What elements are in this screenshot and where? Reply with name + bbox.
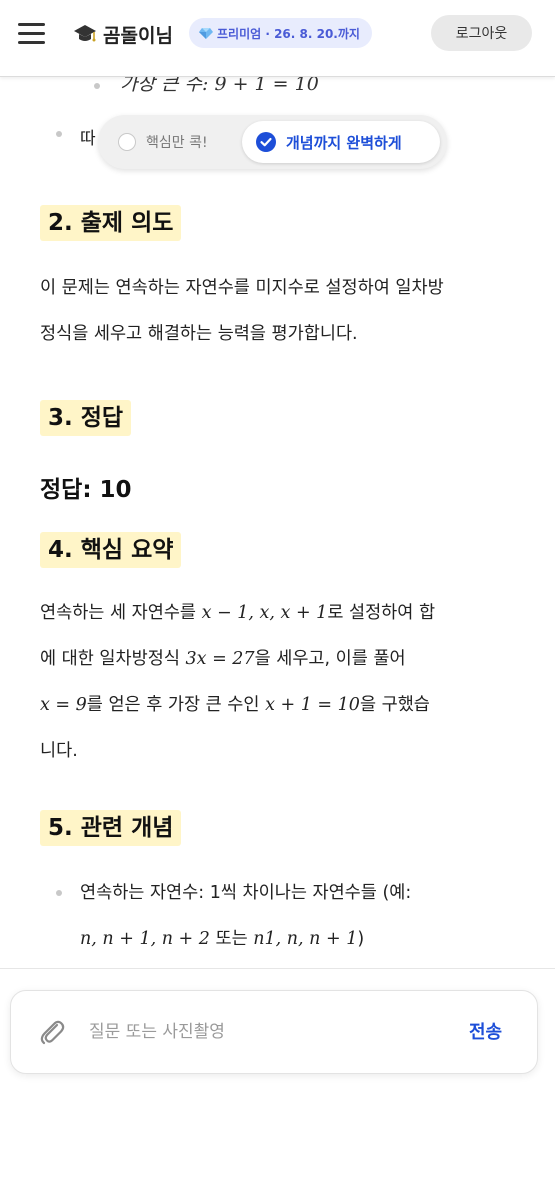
premium-badge: 프리미엄 · 26. 8. 20.까지	[189, 18, 372, 48]
user-name: 곰돌이님	[103, 24, 173, 47]
summary-paragraph: 연속하는 세 자연수를 x − 1, x, x + 1로 설정하여 합 에 대한…	[40, 590, 520, 774]
bullet-dot	[56, 890, 62, 896]
summary-text: 에 대한 일차방정식	[40, 649, 186, 669]
paperclip-icon[interactable]	[37, 1017, 67, 1047]
graduation-cap-icon	[74, 25, 96, 42]
concept-item: 연속하는 자연수: 1씩 차이나는 자연수들 (예: n, n + 1, n +…	[80, 870, 520, 962]
option-core-label: 핵심만 콕!	[146, 135, 208, 151]
summary-text: 을 세우고, 이를 풀어	[254, 649, 406, 669]
summary-text: 를 얻은 후 가장 큰 수인	[86, 695, 266, 715]
option-core-only[interactable]: 핵심만 콕!	[106, 122, 236, 162]
premium-badge-label: 프리미엄 · 26. 8. 20.까지	[217, 26, 360, 41]
app-header: 곰돌이님 프리미엄 · 26. 8. 20.까지 로그아웃	[0, 0, 555, 77]
bullet-dot	[56, 131, 62, 137]
question-composer: 전송	[10, 990, 538, 1074]
final-answer: 정답: 10	[40, 477, 132, 503]
summary-math: x = 9	[40, 695, 87, 715]
concept-text: )	[357, 929, 365, 949]
section-heading-answer: 3. 정답	[40, 400, 132, 436]
question-input[interactable]	[87, 1013, 431, 1051]
user-brand: 곰돌이님	[73, 20, 173, 48]
option-full-concept[interactable]: 개념까지 완벽하게	[242, 121, 440, 163]
summary-math: x − 1, x, x + 1	[201, 603, 328, 623]
option-full-label: 개념까지 완벽하게	[286, 133, 402, 152]
partial-bullet-text: 따	[80, 129, 96, 149]
logout-button[interactable]: 로그아웃	[431, 15, 532, 51]
section-heading-intent: 2. 출제 의도	[40, 205, 182, 241]
summary-text: 을 구했습	[359, 695, 430, 715]
bullet-dot	[94, 83, 100, 89]
concept-math: n, n + 1, n + 2	[80, 929, 210, 949]
concept-text: 연속하는 자연수: 1씩 차이나는 자연수들 (예:	[80, 883, 412, 903]
check-circle-icon	[256, 132, 276, 152]
radio-unchecked-icon	[118, 133, 136, 151]
summary-text: 연속하는 세 자연수를	[40, 603, 202, 623]
cut-off-line: 가장 큰 수: 9 + 1 = 10	[120, 77, 319, 95]
intent-line-1: 이 문제는 연속하는 자연수를 미지수로 설정하여 일차방	[40, 278, 444, 298]
concept-text: 또는	[209, 929, 254, 949]
summary-text: 로 설정하여 합	[327, 603, 436, 623]
answer-content: 가장 큰 수: 9 + 1 = 10 따 2. 출제 의도 이 문제는 연속하는…	[0, 77, 555, 967]
intent-paragraph: 이 문제는 연속하는 자연수를 미지수로 설정하여 일차방 정식을 세우고 해결…	[40, 265, 520, 357]
gem-icon	[199, 27, 213, 39]
send-button[interactable]: 전송	[463, 1013, 508, 1049]
menu-icon[interactable]	[18, 23, 46, 45]
section-heading-concepts: 5. 관련 개념	[40, 810, 182, 846]
summary-math: 3x = 27	[185, 649, 255, 669]
summary-math: x + 1 = 10	[265, 695, 360, 715]
explanation-mode-toggle: 핵심만 콕! 개념까지 완벽하게	[98, 115, 447, 169]
concept-math: n1, n, n + 1	[253, 929, 358, 949]
section-heading-summary: 4. 핵심 요약	[40, 532, 182, 568]
summary-text: 니다.	[40, 741, 78, 761]
intent-line-2: 정식을 세우고 해결하는 능력을 평가합니다.	[40, 324, 358, 344]
divider	[0, 968, 555, 969]
